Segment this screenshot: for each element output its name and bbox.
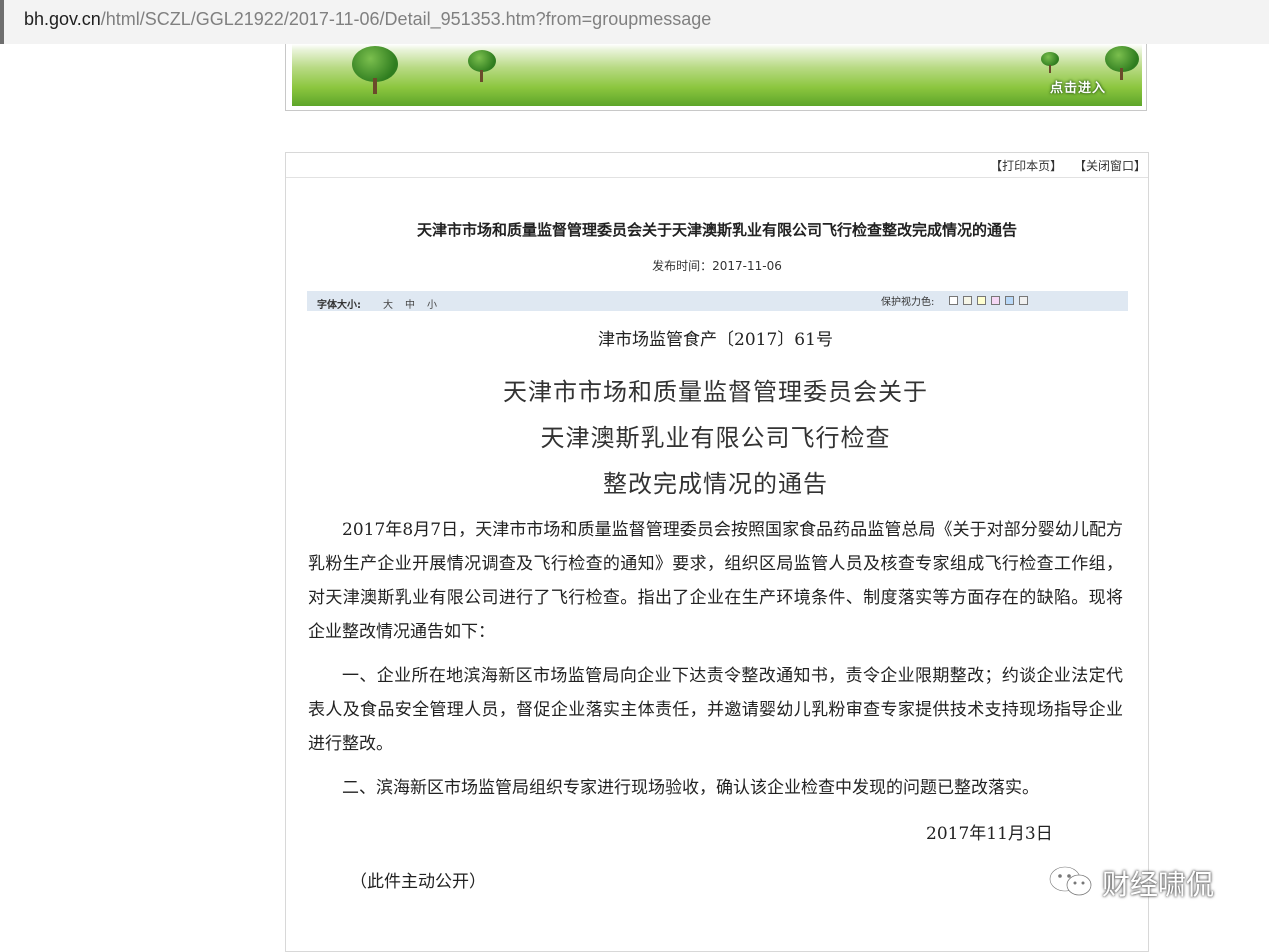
- print-page-link[interactable]: 【打印本页】: [990, 159, 1062, 173]
- document-title-line: 整改完成情况的通告: [603, 470, 828, 498]
- color-swatch[interactable]: [1005, 296, 1014, 305]
- enter-button[interactable]: 点击进入: [1050, 77, 1106, 96]
- color-swatch[interactable]: [977, 296, 986, 305]
- publish-time-value: 2017-11-06: [712, 259, 782, 273]
- document-body: 津市场监管食产〔2017〕61号 天津市市场和质量监督管理委员会关于 天津澳斯乳…: [308, 325, 1123, 892]
- divider: [286, 177, 1148, 178]
- document-number: 津市场监管食产〔2017〕61号: [598, 330, 833, 350]
- tree-icon: [1104, 46, 1140, 80]
- font-size-large[interactable]: 大: [383, 296, 393, 311]
- publish-time-label: 发布时间：: [652, 259, 713, 273]
- color-swatch[interactable]: [963, 296, 972, 305]
- color-swatch[interactable]: [991, 296, 1000, 305]
- font-size-medium[interactable]: 中: [405, 296, 415, 311]
- address-bar-edge: [0, 0, 4, 44]
- article-panel: 【打印本页】 【关闭窗口】 天津市市场和质量监督管理委员会关于天津澳斯乳业有限公…: [285, 152, 1149, 952]
- tree-icon: [350, 46, 400, 96]
- document-date: 2017年11月3日: [926, 824, 1053, 844]
- color-swatch[interactable]: [949, 296, 958, 305]
- publish-time: 发布时间：2017-11-06: [286, 257, 1148, 274]
- body-paragraph: 一、企业所在地滨海新区市场监管局向企业下达责令整改通知书，责令企业限期整改；约谈…: [308, 666, 1123, 754]
- close-window-link[interactable]: 【关闭窗口】: [1074, 159, 1146, 173]
- color-swatch[interactable]: [1019, 296, 1028, 305]
- url-host: bh.gov.cn: [24, 9, 101, 29]
- article-title: 天津市市场和质量监督管理委员会关于天津澳斯乳业有限公司飞行检查整改完成情况的通告: [416, 221, 1017, 239]
- site-banner: 点击进入: [285, 44, 1147, 111]
- reading-toolbar: 字体大小: 大 中 小 保护视力色:: [307, 291, 1128, 311]
- banner-grass-image: 点击进入: [292, 44, 1142, 106]
- document-title-line: 天津市市场和质量监督管理委员会关于: [503, 378, 928, 406]
- body-paragraph: 二、滨海新区市场监管局组织专家进行现场验收，确认该企业检查中发现的问题已整改落实…: [342, 778, 1039, 798]
- url-text[interactable]: bh.gov.cn/html/SCZL/GGL21922/2017-11-06/…: [24, 9, 711, 30]
- body-paragraph: 2017年8月7日，天津市市场和质量监督管理委员会按照国家食品药品监管总局《关于…: [308, 520, 1123, 642]
- tree-icon: [1040, 52, 1060, 74]
- public-note: （此件主动公开）: [350, 872, 486, 892]
- wechat-icon: [1048, 865, 1092, 896]
- document-title-line: 天津澳斯乳业有限公司飞行检查: [540, 424, 891, 452]
- watermark-text: 财经啸侃: [1102, 868, 1215, 901]
- font-size-label: 字体大小:: [317, 300, 361, 311]
- eye-protect-color-label: 保护视力色:: [881, 297, 935, 308]
- font-size-small[interactable]: 小: [427, 296, 437, 311]
- url-path: /html/SCZL/GGL21922/2017-11-06/Detail_95…: [100, 9, 712, 29]
- tree-icon: [467, 50, 497, 82]
- top-links: 【打印本页】 【关闭窗口】: [982, 157, 1146, 174]
